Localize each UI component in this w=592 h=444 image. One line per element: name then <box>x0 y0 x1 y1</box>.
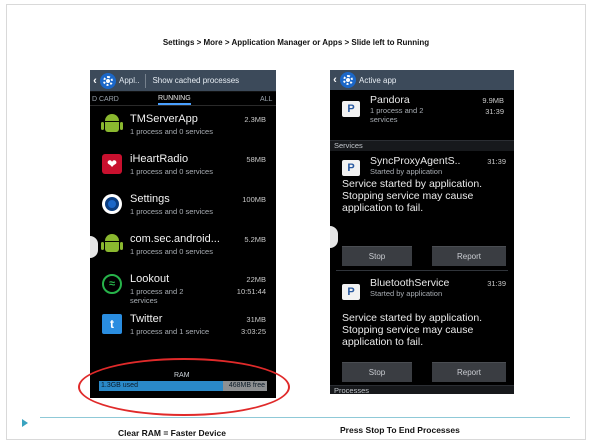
iheartradio-icon: ❤ <box>102 154 122 174</box>
settings-gear-icon <box>340 72 356 88</box>
app-subtitle: 1 process and 0 services <box>130 247 213 256</box>
action-bar-title: Active app <box>359 75 397 85</box>
action-bar: ‹ Active app <box>330 70 514 90</box>
app-name: Lookout <box>130 273 170 285</box>
app-subtitle: 1 process and 2 services <box>370 106 424 124</box>
android-icon <box>101 114 123 134</box>
list-item[interactable]: TMServerApp 1 process and 0 services 2.3… <box>90 107 276 147</box>
app-name: Twitter <box>130 313 163 325</box>
action-bar: ‹ Appl.. Show cached processes <box>90 70 276 92</box>
list-item[interactable]: ≈ Lookout 1 process and 2 services 22MB … <box>90 267 276 307</box>
ram-highlight-circle <box>78 358 290 416</box>
list-item[interactable]: com.sec.android... 1 process and 0 servi… <box>90 227 276 267</box>
caption-right: Press Stop To End Processes <box>340 425 460 435</box>
service-name: SyncProxyAgentS.. <box>370 155 461 167</box>
app-name: Settings <box>130 193 170 205</box>
lookout-icon: ≈ <box>102 274 122 294</box>
service-subtitle: Started by application <box>370 167 443 176</box>
app-uptime: 31:39 <box>485 107 504 116</box>
tab-strip: D CARD RUNNING ALL <box>90 92 276 106</box>
app-size: 100MB <box>242 195 266 204</box>
pandora-icon: P <box>342 284 360 300</box>
caption-left: Clear RAM = Faster Device <box>118 428 226 438</box>
tab-running[interactable]: RUNNING <box>158 95 191 105</box>
list-item[interactable]: Settings 1 process and 0 services 100MB <box>90 187 276 227</box>
settings-gear-icon <box>102 194 122 214</box>
stop-button[interactable]: Stop <box>342 362 412 382</box>
pandora-icon: P <box>342 160 360 176</box>
app-subtitle: 1 process and 0 services <box>130 207 213 216</box>
settings-gear-icon <box>100 72 116 89</box>
android-icon <box>101 234 123 254</box>
twitter-icon: t <box>102 314 122 334</box>
app-name: iHeartRadio <box>130 153 189 165</box>
action-bar-divider <box>145 73 147 88</box>
app-size: 58MB <box>246 155 266 164</box>
app-uptime: 10:51:44 <box>236 287 266 296</box>
list-item[interactable]: t Twitter 1 process and 1 service 31MB 3… <box>90 307 276 347</box>
slide: Settings > More > Application Manager or… <box>0 0 592 444</box>
app-subtitle: 1 process and 0 services <box>130 167 213 176</box>
app-size: 2.3MB <box>244 115 266 124</box>
top-app-row[interactable]: P Pandora 1 process and 2 services 9.9MB… <box>330 92 514 130</box>
processes-header: Processes <box>330 385 514 394</box>
app-name: com.sec.android... <box>130 233 220 245</box>
tab-all[interactable]: ALL <box>260 96 272 105</box>
active-app-screen: ‹ Active app P Pandora 1 process and 2 s… <box>330 70 514 394</box>
bullet-arrow-icon <box>22 419 28 427</box>
footer-rule <box>40 417 570 418</box>
service-warning: Service started by application. Stopping… <box>342 312 483 348</box>
service-row: P SyncProxyAgentS.. Started by applicati… <box>330 152 514 176</box>
app-subtitle: 1 process and 2 services <box>130 287 184 305</box>
running-app-list: TMServerApp 1 process and 0 services 2.3… <box>90 107 276 347</box>
service-row: P BluetoothService Started by applicatio… <box>330 272 514 300</box>
app-size: 31MB <box>246 315 266 324</box>
app-subtitle: 1 process and 0 services <box>130 127 213 136</box>
app-uptime: 3:03:25 <box>240 327 266 336</box>
slide-title: Settings > More > Application Manager or… <box>162 38 430 47</box>
running-apps-screen: ‹ Appl.. Show cached processes D CARD RU… <box>90 70 276 398</box>
service-name: BluetoothService <box>370 277 450 289</box>
app-size: 5.2MB <box>244 235 266 244</box>
app-size: 9.9MB <box>482 96 504 105</box>
service-subtitle: Started by application <box>370 289 443 298</box>
app-name: TMServerApp <box>130 113 198 125</box>
report-button[interactable]: Report <box>432 362 506 382</box>
report-button[interactable]: Report <box>432 246 506 266</box>
service-warning: Service started by application. Stopping… <box>342 178 483 214</box>
back-chevron-icon[interactable]: ‹ <box>90 75 100 87</box>
app-size: 22MB <box>246 275 266 284</box>
services-header: Services <box>330 140 514 151</box>
pandora-icon: P <box>342 101 360 117</box>
service-time: 31:39 <box>487 157 506 166</box>
stop-button[interactable]: Stop <box>342 246 412 266</box>
tab-sd-card[interactable]: D CARD <box>92 96 119 105</box>
service-time: 31:39 <box>487 279 506 288</box>
app-name: Pandora <box>370 94 410 106</box>
divider <box>336 270 508 271</box>
action-bar-title[interactable]: Appl.. <box>119 76 139 85</box>
app-subtitle: 1 process and 1 service <box>130 327 210 336</box>
list-item[interactable]: ❤ iHeartRadio 1 process and 0 services 5… <box>90 147 276 187</box>
show-cached-processes-button[interactable]: Show cached processes <box>152 76 239 85</box>
back-chevron-icon[interactable]: ‹ <box>330 74 340 86</box>
